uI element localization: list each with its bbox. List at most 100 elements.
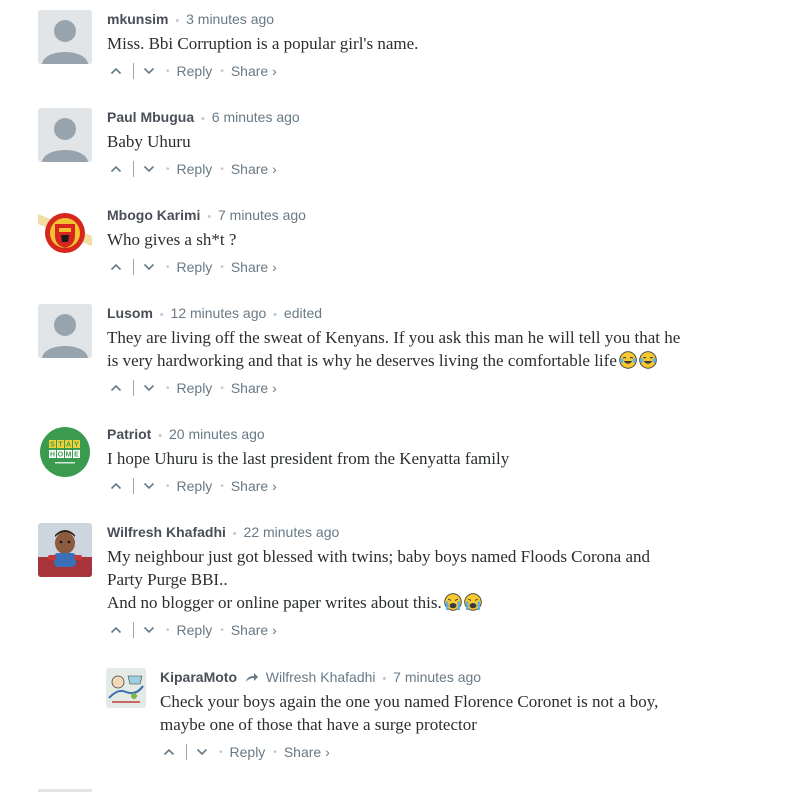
avatar[interactable] bbox=[38, 523, 92, 577]
reply-link[interactable]: Reply bbox=[177, 63, 213, 79]
upvote-button[interactable] bbox=[107, 477, 125, 495]
timestamp[interactable]: 6 minutes ago bbox=[212, 109, 300, 125]
reply-link[interactable]: Reply bbox=[177, 478, 213, 494]
downvote-button[interactable] bbox=[140, 621, 158, 639]
avatar[interactable] bbox=[38, 304, 92, 358]
share-link[interactable]: Share › bbox=[231, 478, 277, 494]
downvote-button[interactable] bbox=[140, 62, 158, 80]
separator-dot: • bbox=[219, 746, 223, 758]
chevron-down-icon bbox=[143, 263, 155, 271]
avatar-letter: H bbox=[50, 452, 55, 459]
chevron-up-icon bbox=[110, 165, 122, 173]
author-name[interactable]: Mbogo Karimi bbox=[107, 207, 200, 223]
chevron-down-icon bbox=[196, 748, 208, 756]
reply-link[interactable]: Reply bbox=[177, 622, 213, 638]
reply-link[interactable]: Reply bbox=[177, 380, 213, 396]
separator-dot: • bbox=[382, 673, 387, 685]
share-link[interactable]: Share › bbox=[231, 259, 277, 275]
downvote-button[interactable] bbox=[193, 743, 211, 761]
timestamp[interactable]: 20 minutes ago bbox=[169, 426, 265, 442]
separator-dot: • bbox=[232, 528, 237, 540]
comment-line: They are living off the sweat of Kenyans… bbox=[107, 328, 681, 347]
chevron-up-icon bbox=[110, 384, 122, 392]
upvote-button[interactable] bbox=[107, 160, 125, 178]
vote-divider bbox=[133, 161, 134, 177]
comment-line: Baby Uhuru bbox=[107, 132, 191, 151]
avatar[interactable] bbox=[38, 10, 92, 64]
reply-link[interactable]: Reply bbox=[230, 744, 266, 760]
comment-line: My neighbour just got blessed with twins… bbox=[107, 547, 651, 566]
comment-header: mkunsim • 3 minutes ago bbox=[107, 10, 747, 28]
upvote-button[interactable] bbox=[107, 621, 125, 639]
default-avatar-icon bbox=[38, 10, 92, 64]
vote-divider bbox=[133, 478, 134, 494]
upvote-button[interactable] bbox=[107, 258, 125, 276]
separator-dot: • bbox=[166, 480, 170, 492]
club-crest-icon bbox=[38, 206, 92, 260]
avatar[interactable] bbox=[106, 668, 146, 708]
author-name[interactable]: mkunsim bbox=[107, 11, 168, 27]
chevron-up-icon bbox=[163, 748, 175, 756]
author-name[interactable]: Wilfresh Khafadhi bbox=[107, 524, 226, 540]
comment-header: Lusom • 12 minutes ago • edited bbox=[107, 304, 747, 322]
reply-link[interactable]: Reply bbox=[177, 259, 213, 275]
timestamp[interactable]: 7 minutes ago bbox=[393, 669, 481, 685]
comment-text: They are living off the sweat of Kenyans… bbox=[107, 326, 747, 372]
separator-dot: • bbox=[220, 261, 224, 273]
reply-link[interactable]: Reply bbox=[177, 161, 213, 177]
avatar-letter: Y bbox=[74, 442, 79, 449]
author-name[interactable]: Patriot bbox=[107, 426, 151, 442]
tears-of-joy-emoji-icon bbox=[619, 351, 637, 369]
default-avatar-icon bbox=[38, 304, 92, 358]
timestamp[interactable]: 22 minutes ago bbox=[244, 524, 340, 540]
timestamp[interactable]: 12 minutes ago bbox=[171, 305, 267, 321]
avatar-letter: O bbox=[58, 452, 64, 459]
comment-header: KiparaMoto Wilfresh Khafadhi • 7 minutes… bbox=[160, 668, 760, 686]
avatar-letter: M bbox=[66, 452, 72, 459]
author-name[interactable]: Lusom bbox=[107, 305, 153, 321]
upvote-button[interactable] bbox=[107, 379, 125, 397]
comment-header: Wilfresh Khafadhi • 22 minutes ago bbox=[107, 523, 747, 541]
chevron-up-icon bbox=[110, 626, 122, 634]
comment-header: Patriot • 20 minutes ago bbox=[107, 425, 747, 443]
avatar[interactable] bbox=[38, 206, 92, 260]
comment-line: Miss. Bbi Corruption is a popular girl's… bbox=[107, 34, 419, 53]
timestamp[interactable]: 3 minutes ago bbox=[186, 11, 274, 27]
share-link[interactable]: Share › bbox=[231, 161, 277, 177]
timestamp[interactable]: 7 minutes ago bbox=[218, 207, 306, 223]
reply-arrow-icon bbox=[245, 673, 258, 683]
comment-line: And no blogger or online paper writes ab… bbox=[107, 593, 442, 612]
author-name[interactable]: KiparaMoto bbox=[160, 669, 237, 685]
separator-dot: • bbox=[166, 65, 170, 77]
comment-text: Baby Uhuru bbox=[107, 130, 747, 153]
downvote-button[interactable] bbox=[140, 477, 158, 495]
default-avatar-icon bbox=[38, 108, 92, 162]
reply-to-author[interactable]: Wilfresh Khafadhi bbox=[266, 669, 376, 685]
downvote-button[interactable] bbox=[140, 258, 158, 276]
avatar-letter: E bbox=[74, 452, 79, 459]
downvote-button[interactable] bbox=[140, 379, 158, 397]
comment-line: is very hardworking and that is why he d… bbox=[107, 351, 617, 370]
separator-dot: • bbox=[201, 113, 205, 125]
chevron-down-icon bbox=[143, 165, 155, 173]
separator-dot: • bbox=[220, 65, 224, 77]
comment-text: Check your boys again the one you named … bbox=[160, 690, 760, 736]
comment-line-with-emoji: And no blogger or online paper writes ab… bbox=[107, 591, 747, 614]
stay-home-avatar-icon: S T A Y H O M E bbox=[38, 425, 92, 479]
chevron-down-icon bbox=[143, 626, 155, 634]
comment-footer: • Reply • Share › bbox=[107, 62, 747, 80]
author-name[interactable]: Paul Mbugua bbox=[107, 109, 194, 125]
comment-line: Party Purge BBI.. bbox=[107, 570, 228, 589]
chevron-up-icon bbox=[110, 67, 122, 75]
separator-dot: • bbox=[166, 382, 170, 394]
upvote-button[interactable] bbox=[160, 743, 178, 761]
upvote-button[interactable] bbox=[107, 62, 125, 80]
share-link[interactable]: Share › bbox=[231, 622, 277, 638]
separator-dot: • bbox=[220, 382, 224, 394]
avatar[interactable] bbox=[38, 108, 92, 162]
share-link[interactable]: Share › bbox=[231, 63, 277, 79]
share-link[interactable]: Share › bbox=[284, 744, 330, 760]
share-link[interactable]: Share › bbox=[231, 380, 277, 396]
downvote-button[interactable] bbox=[140, 160, 158, 178]
avatar[interactable]: S T A Y H O M E bbox=[38, 425, 92, 479]
